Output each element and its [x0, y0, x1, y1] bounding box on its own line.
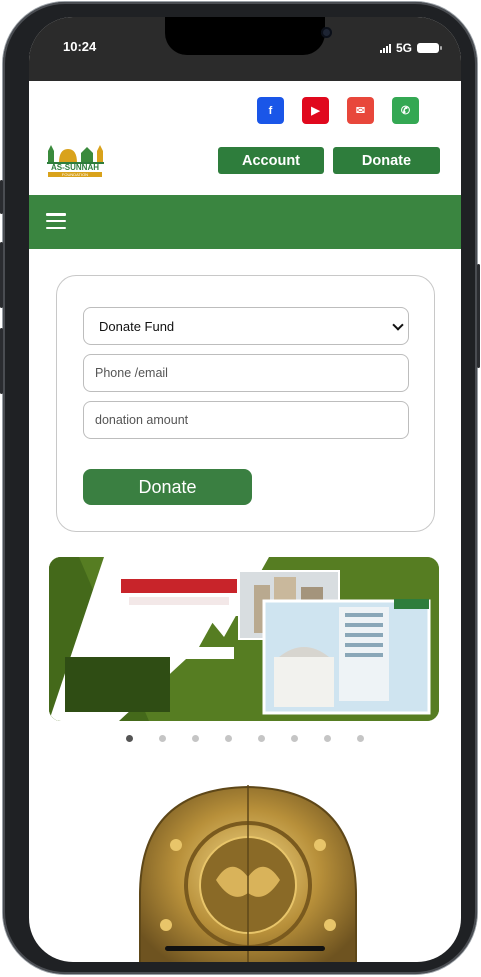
notch	[165, 17, 332, 55]
nav-bar	[29, 195, 461, 249]
youtube-icon[interactable]: ▶	[302, 97, 329, 124]
carousel-dot[interactable]	[258, 735, 265, 742]
logo-text: AS-SUNNAH	[51, 163, 99, 172]
camera	[321, 27, 332, 38]
donation-form: Donate Fund Phone /email donation amount…	[56, 275, 435, 532]
status-bar: 10:24 5G	[29, 17, 461, 81]
logo-mosque-icon	[47, 145, 104, 164]
signal-icon	[379, 43, 391, 53]
status-indicators: 5G	[379, 41, 442, 55]
status-time: 10:24	[63, 39, 97, 54]
phone-email-placeholder: Phone /email	[95, 366, 168, 380]
carousel-dot[interactable]	[324, 735, 331, 742]
volume-up-button	[0, 242, 3, 308]
ornament-image	[139, 785, 357, 962]
account-button[interactable]: Account	[218, 147, 324, 174]
email-icon[interactable]: ✉	[347, 97, 374, 124]
carousel-dots	[126, 735, 364, 742]
fund-select[interactable]: Donate Fund	[83, 307, 409, 345]
battery-icon	[417, 43, 442, 53]
power-button	[477, 264, 480, 368]
volume-down-button	[0, 328, 3, 394]
carousel-banner[interactable]	[49, 557, 439, 721]
phone-icon[interactable]: ✆	[392, 97, 419, 124]
screen: 10:24 5G f ▶ ✉ ✆ AS-SUNNAH FOUNDATION Ac…	[29, 17, 461, 962]
donate-submit-button[interactable]: Donate	[83, 469, 252, 505]
menu-icon[interactable]	[46, 213, 66, 229]
facebook-icon[interactable]: f	[257, 97, 284, 124]
carousel-dot[interactable]	[159, 735, 166, 742]
carousel-dot[interactable]	[357, 735, 364, 742]
phone-frame: 10:24 5G f ▶ ✉ ✆ AS-SUNNAH FOUNDATION Ac…	[0, 2, 480, 974]
social-links: f ▶ ✉ ✆	[257, 97, 419, 124]
carousel-dot[interactable]	[192, 735, 199, 742]
header-donate-button[interactable]: Donate	[333, 147, 440, 174]
carousel-dot[interactable]	[126, 735, 133, 742]
chevron-down-icon	[392, 319, 404, 331]
carousel-dot[interactable]	[291, 735, 298, 742]
fund-select-value: Donate Fund	[99, 318, 175, 334]
home-indicator	[165, 946, 325, 951]
logo-subtitle: FOUNDATION	[48, 172, 102, 177]
banner-image	[49, 557, 439, 721]
silent-switch	[0, 180, 3, 214]
carousel-dot[interactable]	[225, 735, 232, 742]
phone-email-input[interactable]: Phone /email	[83, 354, 409, 392]
network-label: 5G	[395, 41, 412, 55]
site-logo[interactable]: AS-SUNNAH FOUNDATION	[45, 141, 105, 181]
amount-input[interactable]: donation amount	[83, 401, 409, 439]
amount-placeholder: donation amount	[95, 413, 189, 427]
